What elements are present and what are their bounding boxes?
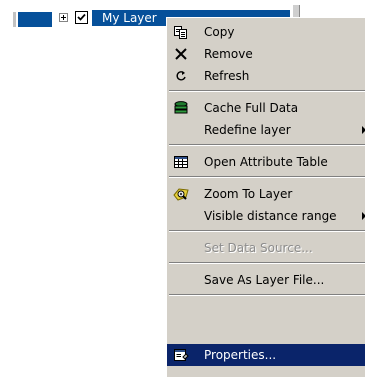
tree-row-marker: [13, 12, 16, 27]
expand-plus-icon[interactable]: [59, 13, 68, 22]
menu-item-properties[interactable]: Properties...: [167, 344, 365, 366]
menu-separator: [169, 144, 365, 146]
menu-separator: [169, 90, 365, 92]
menu-label-properties: Properties...: [204, 348, 277, 362]
layer-visibility-checkbox[interactable]: [75, 11, 88, 24]
menu-item-remove[interactable]: Remove: [167, 43, 365, 65]
layer-context-menu: Copy Remove Refresh Cache Full Data Rede…: [166, 17, 365, 377]
menu-item-open-attribute-table[interactable]: Open Attribute Table: [167, 151, 365, 173]
menu-label-save-as-layer-file: Save As Layer File...: [204, 273, 325, 287]
menu-separator: [169, 294, 365, 296]
menu-label-redefine-layer: Redefine layer: [204, 123, 291, 137]
menu-item-redefine-layer[interactable]: Redefine layer: [167, 119, 365, 141]
menu-label-visible-distance-range: Visible distance range: [204, 209, 337, 223]
layer-name[interactable]: My Layer: [102, 10, 157, 26]
menu-label-refresh: Refresh: [204, 69, 250, 83]
remove-x-icon: [173, 46, 189, 62]
menu-item-set-data-source: Set Data Source...: [167, 237, 365, 259]
menu-label-cache-full-data: Cache Full Data: [204, 101, 299, 115]
menu-separator: [169, 230, 365, 232]
checkmark-icon: [77, 13, 86, 21]
menu-label-open-attribute-table: Open Attribute Table: [204, 155, 328, 169]
menu-label-remove: Remove: [204, 47, 253, 61]
menu-separator: [169, 176, 365, 178]
layer-row-selection-bar: [18, 12, 52, 27]
menu-item-save-as-layer-file[interactable]: Save As Layer File...: [167, 269, 365, 291]
properties-icon: [173, 347, 189, 363]
menu-label-set-data-source: Set Data Source...: [204, 241, 313, 255]
menu-item-zoom-to-layer[interactable]: Zoom To Layer: [167, 183, 365, 205]
database-stack-icon: [173, 100, 189, 116]
refresh-icon: [173, 68, 189, 84]
zoom-magnifier-icon: [173, 186, 189, 202]
menu-label-copy: Copy: [204, 25, 235, 39]
menu-separator: [169, 262, 365, 264]
menu-item-cache-full-data[interactable]: Cache Full Data: [167, 97, 365, 119]
copy-icon: [173, 24, 189, 40]
menu-item-copy[interactable]: Copy: [167, 21, 365, 43]
menu-item-refresh[interactable]: Refresh: [167, 65, 365, 87]
arcgis-layer-context-view: My Layer Copy Remove Refresh Cache Full …: [0, 0, 365, 377]
menu-label-zoom-to-layer: Zoom To Layer: [204, 187, 293, 201]
menu-item-visible-distance-range[interactable]: Visible distance range: [167, 205, 365, 227]
table-icon: [173, 154, 189, 170]
